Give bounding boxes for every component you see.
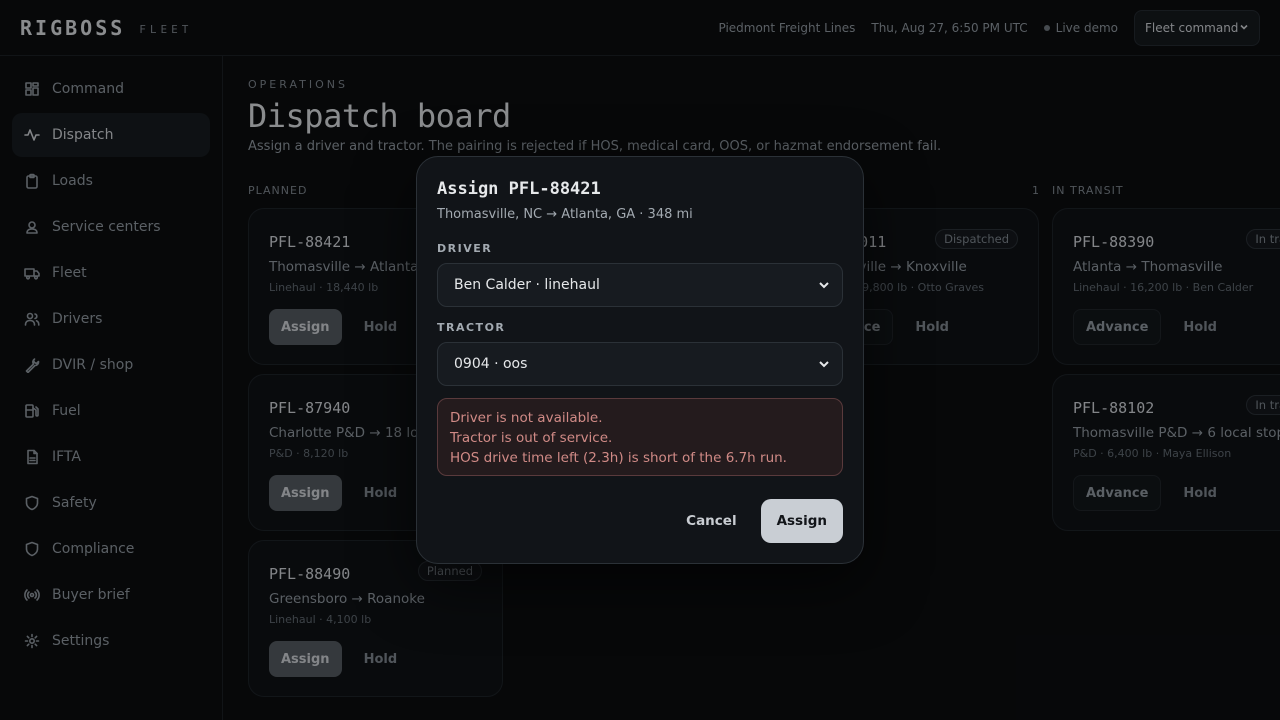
- dialog-title: Assign PFL-88421: [437, 179, 601, 199]
- dialog-route: Thomasville, NC → Atlanta, GA · 348 mi: [437, 207, 693, 222]
- tractor-select[interactable]: 0904 · oos: [437, 342, 843, 386]
- error-message: HOS drive time left (2.3h) is short of t…: [450, 450, 787, 466]
- assign-dialog: Assign PFL-88421 Thomasville, NC → Atlan…: [416, 156, 864, 564]
- cancel-button[interactable]: Cancel: [676, 499, 746, 543]
- error-message: Tractor is out of service.: [450, 430, 613, 446]
- driver-select-value: Ben Calder · linehaul: [454, 277, 600, 293]
- tractor-label: TRACTOR: [437, 321, 506, 334]
- validation-errors: Driver is not available. Tractor is out …: [437, 398, 843, 476]
- chevron-down-icon: [818, 279, 830, 291]
- tractor-select-value: 0904 · oos: [454, 356, 528, 372]
- driver-label: DRIVER: [437, 242, 493, 255]
- driver-select[interactable]: Ben Calder · linehaul: [437, 263, 843, 307]
- dialog-actions: Cancel Assign: [676, 499, 843, 543]
- assign-confirm-button[interactable]: Assign: [760, 499, 843, 543]
- chevron-down-icon: [818, 358, 830, 370]
- error-message: Driver is not available.: [450, 410, 603, 426]
